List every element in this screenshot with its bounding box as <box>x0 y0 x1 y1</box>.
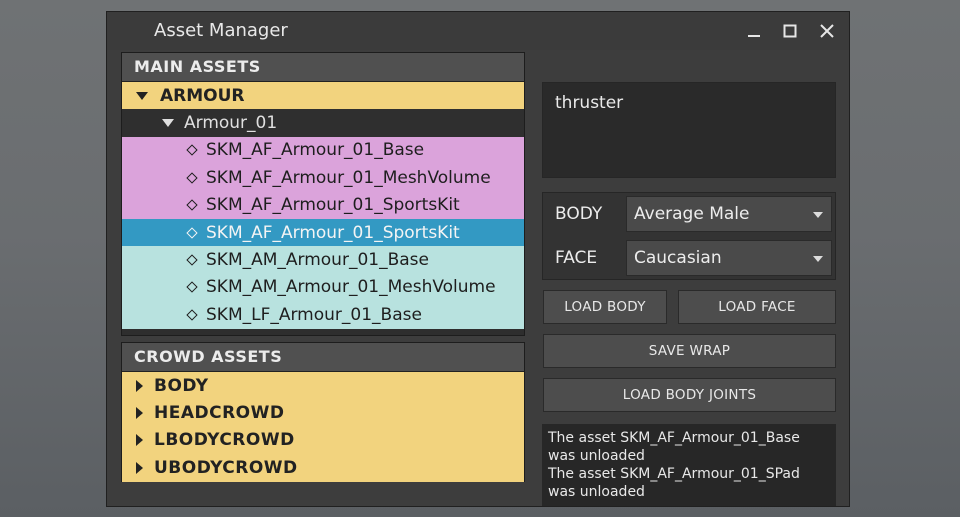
tree-item[interactable]: SKM_AM_Armour_01_Base <box>122 246 524 274</box>
diamond-icon <box>186 144 198 157</box>
minimize-icon <box>748 35 760 37</box>
tree-item-label: SKM_AF_Armour_01_MeshVolume <box>206 167 491 188</box>
chevron-right-icon[interactable] <box>136 434 143 447</box>
load-body-joints-button[interactable]: LOAD BODY JOINTS <box>543 378 836 412</box>
tree-category-label: ARMOUR <box>160 85 245 106</box>
log-line: The asset SKM_AF_Armour_01_SPad was unlo… <box>548 466 800 500</box>
title-bar[interactable]: Asset Manager <box>107 12 849 50</box>
tree-item[interactable]: SKM_AF_Armour_01_MeshVolume <box>122 164 524 192</box>
crowd-item-label: LBODYCROWD <box>154 430 295 451</box>
tree-item[interactable]: SKM_AM_Armour_01_MeshVolume <box>122 273 524 302</box>
diamond-icon <box>186 172 198 184</box>
tree-group-label: Armour_01 <box>184 113 278 134</box>
crowd-item-label: BODY <box>154 375 209 396</box>
chevron-right-icon[interactable] <box>136 379 143 392</box>
tree-item-label: SKM_AM_Armour_01_MeshVolume <box>206 277 496 298</box>
face-label: FACE <box>555 248 598 268</box>
diamond-icon <box>186 199 198 211</box>
save-wrap-button[interactable]: SAVE WRAP <box>543 334 836 368</box>
face-select[interactable]: Caucasian <box>626 240 832 276</box>
body-select-value: Average Male <box>634 204 750 224</box>
crowd-item-headcrowd[interactable]: HEADCROWD <box>122 399 524 427</box>
log-output: The asset SKM_AF_Armour_01_Base was unlo… <box>542 424 836 506</box>
tree-item[interactable]: SKM_LF_Armour_01_Base <box>122 301 524 329</box>
search-textbox[interactable]: thruster <box>542 82 836 178</box>
diamond-icon <box>186 254 198 266</box>
maximize-icon <box>783 24 797 38</box>
chevron-right-icon[interactable] <box>136 407 143 420</box>
tree-item-label: SKM_AF_Armour_01_Base <box>206 140 425 161</box>
diamond-icon <box>186 226 198 239</box>
chevron-down-icon[interactable] <box>136 91 148 100</box>
caret-down-icon <box>813 212 823 218</box>
tree-category-armour[interactable]: ARMOUR <box>122 82 524 110</box>
tree-item[interactable]: SKM_AF_Armour_01_Base <box>122 136 524 165</box>
tree-item-label: SKM_AM_Armour_01_Base <box>206 250 429 271</box>
crowd-item-lbodycrowd[interactable]: LBODYCROWD <box>122 426 524 455</box>
main-assets-header: MAIN ASSETS <box>122 53 524 82</box>
crowd-item-label: HEADCROWD <box>154 403 285 424</box>
diamond-icon <box>186 309 198 321</box>
chevron-right-icon[interactable] <box>136 461 143 474</box>
tree-item[interactable]: SKM_AF_Armour_01_SportsKit <box>122 191 524 219</box>
crowd-assets-panel: CROWD ASSETS BODY HEADCROWD LBODYCROWD U… <box>121 342 525 482</box>
crowd-assets-header: CROWD ASSETS <box>122 343 524 372</box>
crowd-item-label: UBODYCROWD <box>154 457 298 478</box>
main-assets-panel: MAIN ASSETS ARMOUR Armour_01 SKM_AF_Armo… <box>121 52 525 336</box>
load-face-button[interactable]: LOAD FACE <box>678 290 836 324</box>
close-icon <box>820 24 834 38</box>
tree-item-label: SKM_LF_Armour_01_Base <box>206 304 422 325</box>
face-select-value: Caucasian <box>634 248 722 268</box>
search-text: thruster <box>555 93 624 113</box>
body-face-selector: BODY Average Male FACE Caucasian <box>542 192 836 280</box>
body-label: BODY <box>555 204 603 224</box>
asset-manager-window: Asset Manager MAIN ASSETS ARMOUR Armour_… <box>106 11 850 507</box>
chevron-down-icon[interactable] <box>162 119 174 128</box>
crowd-item-body[interactable]: BODY <box>122 372 524 400</box>
body-select[interactable]: Average Male <box>626 196 832 232</box>
tree-item-label: SKM_AF_Armour_01_SportsKit <box>206 222 460 243</box>
load-body-button[interactable]: LOAD BODY <box>543 290 667 324</box>
tree-group-armour-01[interactable]: Armour_01 <box>122 109 524 137</box>
close-button[interactable] <box>814 18 840 44</box>
diamond-icon <box>186 281 198 294</box>
tree-item-selected[interactable]: SKM_AF_Armour_01_SportsKit <box>122 218 524 247</box>
window-title: Asset Manager <box>154 20 288 41</box>
tree-item-label: SKM_AF_Armour_01_SportsKit <box>206 195 460 216</box>
maximize-button[interactable] <box>777 18 803 44</box>
crowd-item-ubodycrowd[interactable]: UBODYCROWD <box>122 454 524 482</box>
caret-down-icon <box>813 256 823 262</box>
log-line: The asset SKM_AF_Armour_01_Base was unlo… <box>548 430 800 464</box>
minimize-button[interactable] <box>741 18 767 44</box>
